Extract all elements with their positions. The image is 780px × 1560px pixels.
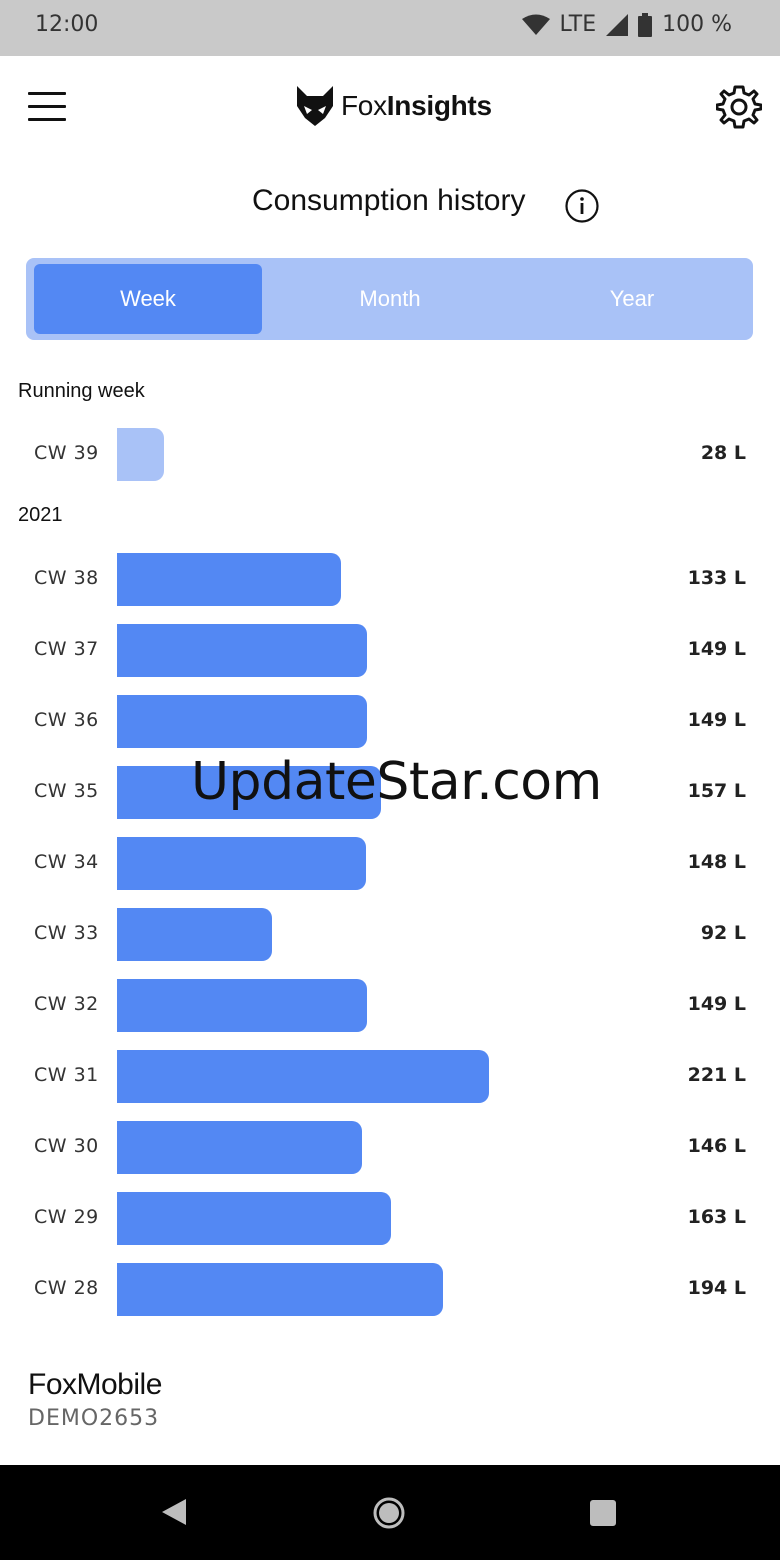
bar-label-0: CW 38 [34, 567, 99, 589]
tab-year[interactable]: Year [518, 264, 746, 334]
bar-10[interactable] [117, 1263, 444, 1316]
bar-value-running: 28 L [700, 442, 746, 464]
device-name: FoxMobile [28, 1368, 162, 1401]
bar-label-7: CW 31 [34, 1064, 99, 1086]
system-nav-bar [0, 1465, 780, 1560]
bar-value-2: 149 L [687, 709, 746, 731]
section-running-week: Running week [18, 380, 145, 402]
bar-value-8: 146 L [687, 1135, 746, 1157]
bar-value-3: 157 L [687, 780, 746, 802]
bar-4[interactable] [117, 837, 366, 890]
bar-value-6: 149 L [687, 993, 746, 1015]
signal-icon [606, 13, 629, 36]
status-time: 12:00 [35, 12, 99, 37]
tab-week[interactable]: Week [34, 264, 262, 334]
bar-value-0: 133 L [687, 567, 746, 589]
app-bar: FoxInsights [0, 56, 780, 156]
bar-9[interactable] [117, 1192, 392, 1245]
battery-icon [638, 12, 653, 37]
bar-value-9: 163 L [687, 1206, 746, 1228]
bar-8[interactable] [117, 1121, 363, 1174]
bar-label-9: CW 29 [34, 1206, 99, 1228]
home-icon[interactable] [373, 1497, 405, 1529]
title-row: Consumption history [0, 180, 780, 230]
network-type: LTE [559, 12, 597, 37]
page-title: Consumption history [252, 184, 526, 217]
info-icon[interactable] [564, 188, 600, 224]
status-icons: LTE 100 % [521, 12, 732, 37]
bar-label-8: CW 30 [34, 1135, 99, 1157]
bar-label-10: CW 28 [34, 1277, 99, 1299]
bar-7[interactable] [117, 1050, 489, 1103]
bar-1[interactable] [117, 624, 368, 677]
bar-label-1: CW 37 [34, 638, 99, 660]
menu-icon[interactable] [28, 92, 66, 122]
bar-label-2: CW 36 [34, 709, 99, 731]
battery-percent: 100 % [662, 12, 732, 37]
section-year: 2021 [18, 504, 63, 526]
fox-logo-icon [297, 86, 333, 126]
tab-year-label: Year [609, 286, 655, 311]
tab-month-label: Month [359, 286, 421, 311]
bar-label-3: CW 35 [34, 780, 99, 802]
brand-light: Fox [341, 90, 387, 121]
period-tabs: Week Month Year [26, 258, 753, 340]
wifi-icon [521, 14, 550, 35]
bar-6[interactable] [117, 979, 368, 1032]
bar-value-10: 194 L [687, 1277, 746, 1299]
watermark: UpdateStar.com [191, 752, 602, 812]
bar-0[interactable] [117, 553, 341, 606]
brand-bold: Insights [386, 90, 492, 121]
bar-running[interactable] [117, 428, 165, 481]
back-icon[interactable] [160, 1497, 188, 1527]
tab-week-label: Week [120, 286, 176, 311]
gear-icon[interactable] [716, 84, 762, 130]
bar-label-5: CW 33 [34, 922, 99, 944]
bar-label-running: CW 39 [34, 442, 99, 464]
recents-icon[interactable] [590, 1500, 616, 1526]
bar-label-6: CW 32 [34, 993, 99, 1015]
bar-2[interactable] [117, 695, 368, 748]
device-id: DEMO2653 [28, 1406, 160, 1431]
bar-value-7: 221 L [687, 1064, 746, 1086]
bar-label-4: CW 34 [34, 851, 99, 873]
bar-5[interactable] [117, 908, 272, 961]
bar-value-4: 148 L [687, 851, 746, 873]
bar-value-5: 92 L [700, 922, 746, 944]
status-bar: 12:00 LTE 100 % [0, 0, 780, 56]
tab-month[interactable]: Month [276, 264, 504, 334]
bar-value-1: 149 L [687, 638, 746, 660]
brand-name: FoxInsights [341, 90, 492, 122]
app-logo: FoxInsights [295, 82, 492, 130]
